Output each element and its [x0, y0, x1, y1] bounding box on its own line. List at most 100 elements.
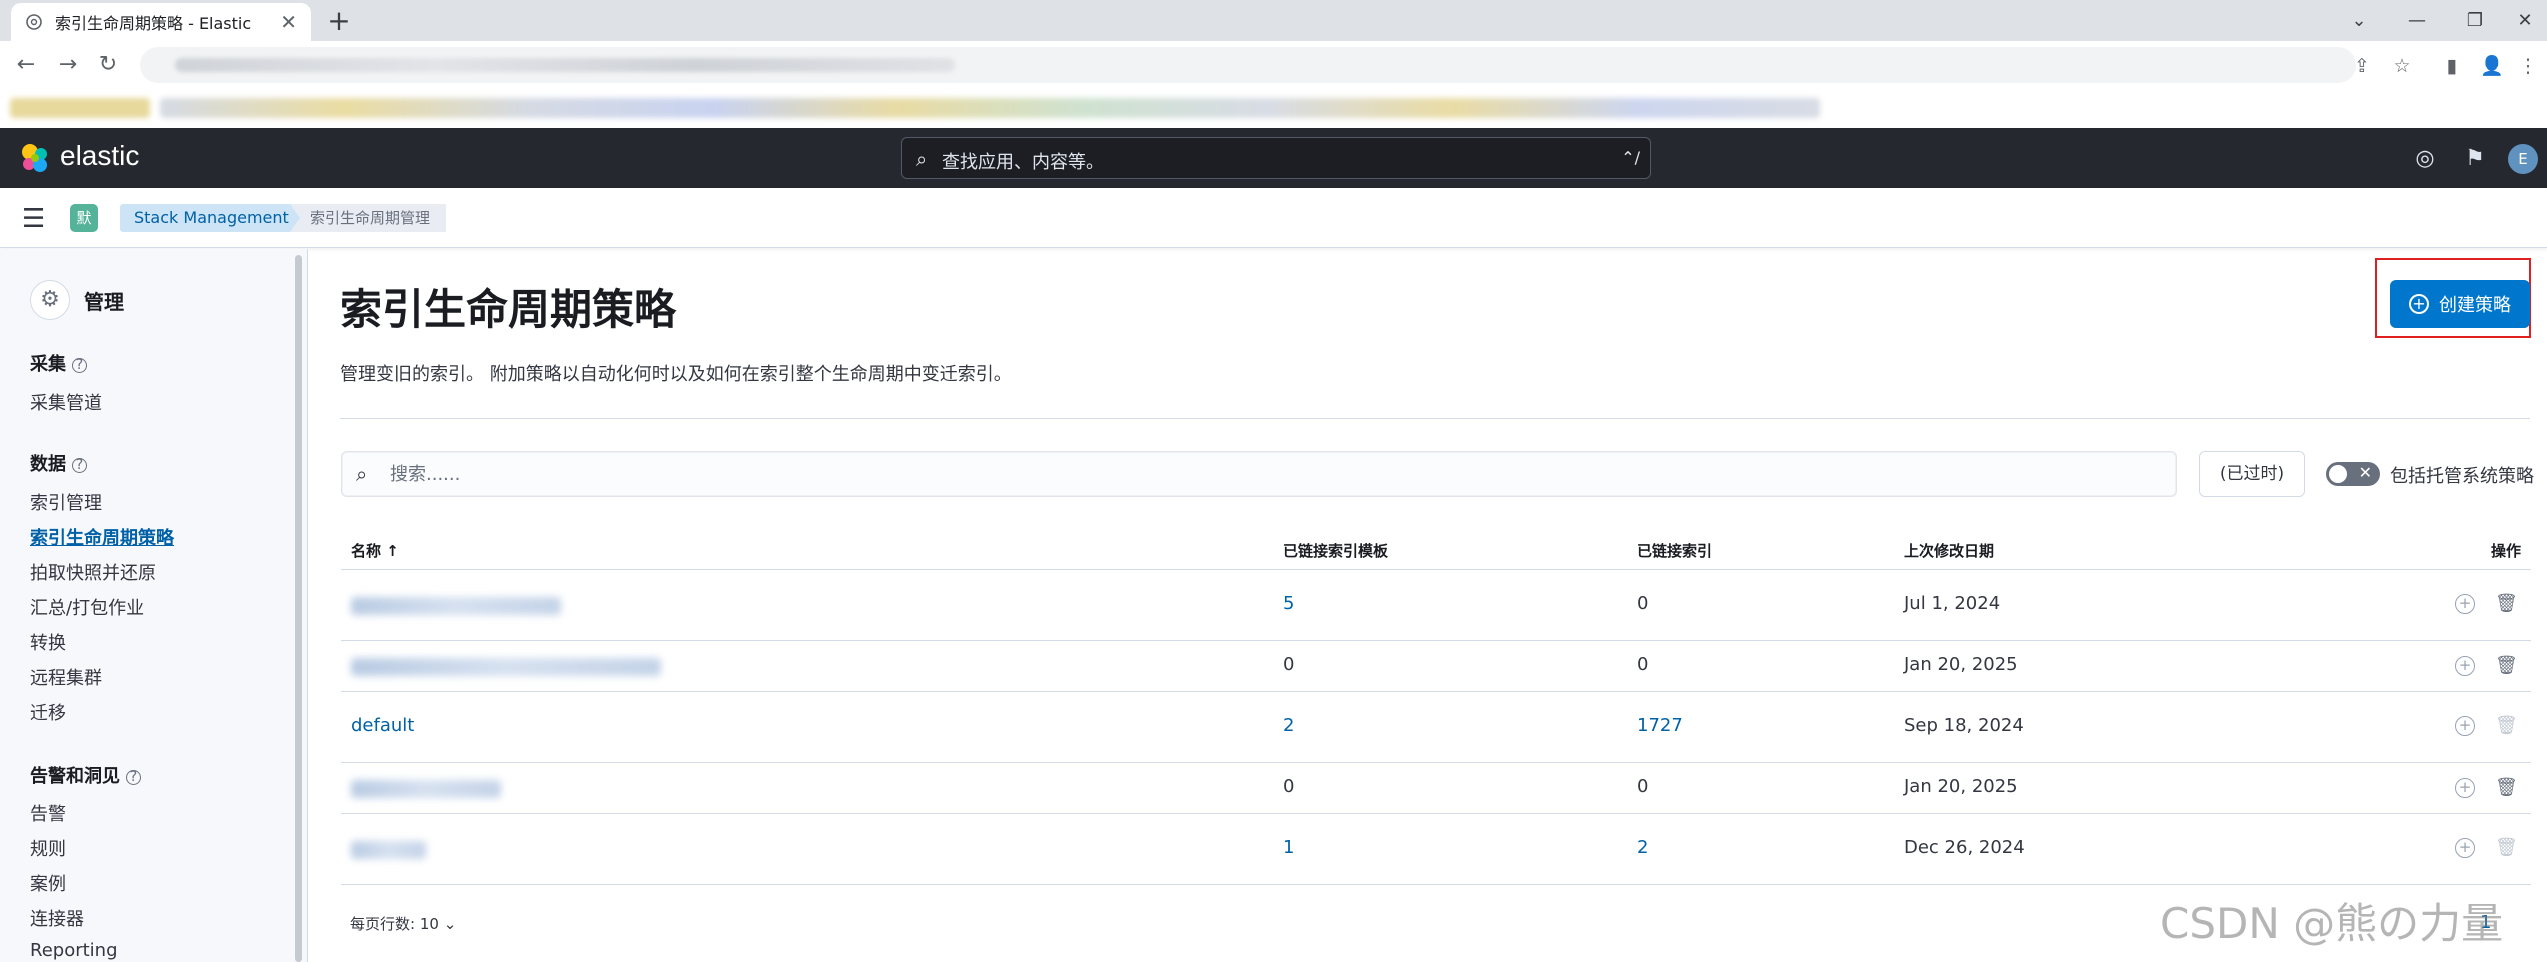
user-avatar[interactable]: E [2508, 144, 2538, 174]
managed-policies-label: 包括托管系统策略 [2390, 466, 2534, 487]
linked-templates-count: 0 [1283, 776, 1295, 797]
trash-icon: 🗑 [2495, 715, 2518, 736]
sidebar-item-index-management[interactable]: 索引管理 [30, 489, 102, 515]
column-name[interactable]: 名称 ↑ [351, 540, 399, 561]
share-icon[interactable]: ⇪ [2346, 50, 2378, 82]
linked-templates-count[interactable]: 5 [1283, 593, 1294, 614]
help-icon[interactable]: ◎ [2410, 144, 2440, 174]
deprecated-filter-button[interactable]: (已过时) [2199, 451, 2305, 497]
bookmarks-blurred[interactable] [160, 98, 1820, 118]
modified-date: Sep 18, 2024 [1904, 715, 2024, 736]
sidebar-item-cases[interactable]: 案例 [30, 870, 66, 896]
create-policy-button[interactable]: + 创建策略 [2390, 280, 2530, 328]
chevron-down-icon: ⌄ [443, 915, 457, 933]
browser-tabstrip [0, 0, 2547, 41]
linked-templates-count[interactable]: 1 [1283, 837, 1294, 858]
plus-circle-icon: + [2409, 294, 2429, 314]
browser-tab[interactable]: 索引生命周期策略 - Elastic ✕ [11, 3, 311, 41]
bookmark-blurred[interactable] [10, 98, 150, 118]
news-feed-icon[interactable]: ⚑ [2460, 144, 2490, 174]
toggle-knob [2329, 465, 2347, 483]
question-icon[interactable]: ? [72, 457, 87, 473]
add-policy-to-template-icon[interactable]: + [2455, 656, 2475, 676]
policy-search-input[interactable] [390, 460, 2150, 488]
trash-icon[interactable]: 🗑 [2495, 777, 2518, 799]
global-search-input[interactable]: ⌕ 查找应用、内容等。 ⌃/ [901, 137, 1651, 179]
page-title: 索引生命周期策略 [340, 285, 677, 334]
sidebar-item-connectors[interactable]: 连接器 [30, 905, 84, 931]
modified-date: Dec 26, 2024 [1904, 837, 2025, 858]
tab-title: 索引生命周期策略 - Elastic [55, 14, 252, 33]
forward-arrow-icon[interactable]: → [50, 48, 86, 82]
tab-search-chevron-icon[interactable]: ⌄ [2330, 0, 2388, 41]
global-search-placeholder: 查找应用、内容等。 [942, 152, 1104, 173]
elastic-favicon-icon [26, 14, 42, 30]
search-icon: ⌕ [916, 147, 928, 171]
linked-templates-count[interactable]: 2 [1283, 715, 1294, 736]
sidebar-item-reporting[interactable]: Reporting [30, 940, 118, 961]
policy-name-blurred[interactable] [351, 841, 426, 859]
search-icon: ⌕ [356, 462, 368, 486]
add-policy-to-template-icon[interactable]: + [2455, 778, 2475, 798]
breadcrumb-ilm: 索引生命周期管理 [290, 204, 447, 232]
star-bookmark-icon[interactable]: ☆ [2386, 50, 2418, 82]
sidebar-item-alerts[interactable]: 告警 [30, 800, 66, 826]
minimize-icon[interactable]: — [2388, 0, 2446, 41]
policy-name-link[interactable]: default [351, 715, 414, 736]
sidebar-scrollbar[interactable] [295, 255, 302, 962]
column-linked-indices: 已链接索引 [1637, 542, 1713, 560]
column-actions: 操作 [2491, 542, 2522, 560]
hamburger-menu-icon[interactable]: ☰ [22, 204, 45, 234]
sidebar-item-ingest-pipelines[interactable]: 采集管道 [30, 389, 102, 415]
policy-name-blurred[interactable] [351, 597, 561, 615]
elastic-logo-icon[interactable] [18, 141, 52, 175]
new-tab-button[interactable]: + [322, 4, 356, 38]
add-policy-to-template-icon[interactable]: + [2455, 838, 2475, 858]
sidebar-group-alerts-insights: 告警和洞见? [30, 762, 141, 788]
close-window-icon[interactable]: ✕ [2496, 0, 2547, 41]
browser-menu-icon[interactable]: ⋮ [2512, 50, 2544, 82]
add-policy-to-template-icon[interactable]: + [2455, 716, 2475, 736]
linked-indices-count[interactable]: 2 [1637, 837, 1648, 858]
question-icon[interactable]: ? [72, 357, 87, 373]
question-icon[interactable]: ? [126, 769, 141, 785]
watermark: CSDN @熊の力量 [2160, 899, 2504, 948]
policy-name-blurred[interactable] [351, 780, 501, 798]
tab-close-icon[interactable]: ✕ [280, 10, 297, 34]
table-row: 0 0 Jan 20, 2025 + 🗑 [341, 642, 2531, 692]
breadcrumb-stack-management[interactable]: Stack Management [120, 204, 307, 232]
profile-icon[interactable]: 👤 [2476, 50, 2508, 82]
linked-templates-count: 0 [1283, 654, 1295, 675]
sidebar-item-remote-clusters[interactable]: 远程集群 [30, 664, 102, 690]
trash-icon: 🗑 [2495, 837, 2518, 858]
table-row: 1 2 Dec 26, 2024 + 🗑 [341, 815, 2531, 885]
elastic-brand[interactable]: elastic [60, 140, 139, 172]
linked-indices-count[interactable]: 1727 [1637, 715, 1683, 736]
page-description: 管理变旧的索引。 附加策略以自动化何时以及如何在索引整个生命周期中变迁索引。 [340, 364, 1012, 385]
sidebar-group-data: 数据? [30, 450, 87, 476]
trash-icon[interactable]: 🗑 [2495, 593, 2518, 615]
sidebar-item-migrate[interactable]: 迁移 [30, 699, 66, 725]
table-row: 0 0 Jan 20, 2025 + 🗑 [341, 764, 2531, 814]
search-shortcut: ⌃/ [1621, 148, 1640, 167]
policy-name-blurred[interactable] [351, 658, 661, 676]
table-row: 5 0 Jul 1, 2024 + 🗑 [341, 571, 2531, 641]
sidebar-item-rules[interactable]: 规则 [30, 835, 66, 861]
managed-policies-toggle[interactable]: ✕ [2326, 462, 2380, 486]
sidebar-item-rollup-jobs[interactable]: 汇总/打包作业 [30, 594, 144, 620]
column-modified-date: 上次修改日期 [1904, 542, 1995, 560]
trash-icon[interactable]: 🗑 [2495, 655, 2518, 677]
add-policy-to-template-icon[interactable]: + [2455, 594, 2475, 614]
side-panel-icon[interactable]: ▮ [2436, 50, 2468, 82]
sidebar-item-transforms[interactable]: 转换 [30, 629, 66, 655]
space-badge[interactable]: 默 [70, 204, 98, 232]
policy-search[interactable]: ⌕ [341, 451, 2177, 497]
column-linked-templates: 已链接索引模板 [1283, 542, 1389, 560]
linked-indices-count: 0 [1637, 593, 1649, 614]
rows-per-page-label: 每页行数: 10 [350, 915, 439, 933]
rows-per-page-selector[interactable]: 每页行数: 10 ⌄ [350, 913, 456, 934]
sidebar-item-ilm-policies[interactable]: 索引生命周期策略 [30, 524, 174, 550]
sidebar-item-snapshot-restore[interactable]: 拍取快照并还原 [30, 559, 156, 585]
reload-icon[interactable]: ↻ [90, 48, 126, 82]
back-arrow-icon[interactable]: ← [8, 48, 44, 82]
